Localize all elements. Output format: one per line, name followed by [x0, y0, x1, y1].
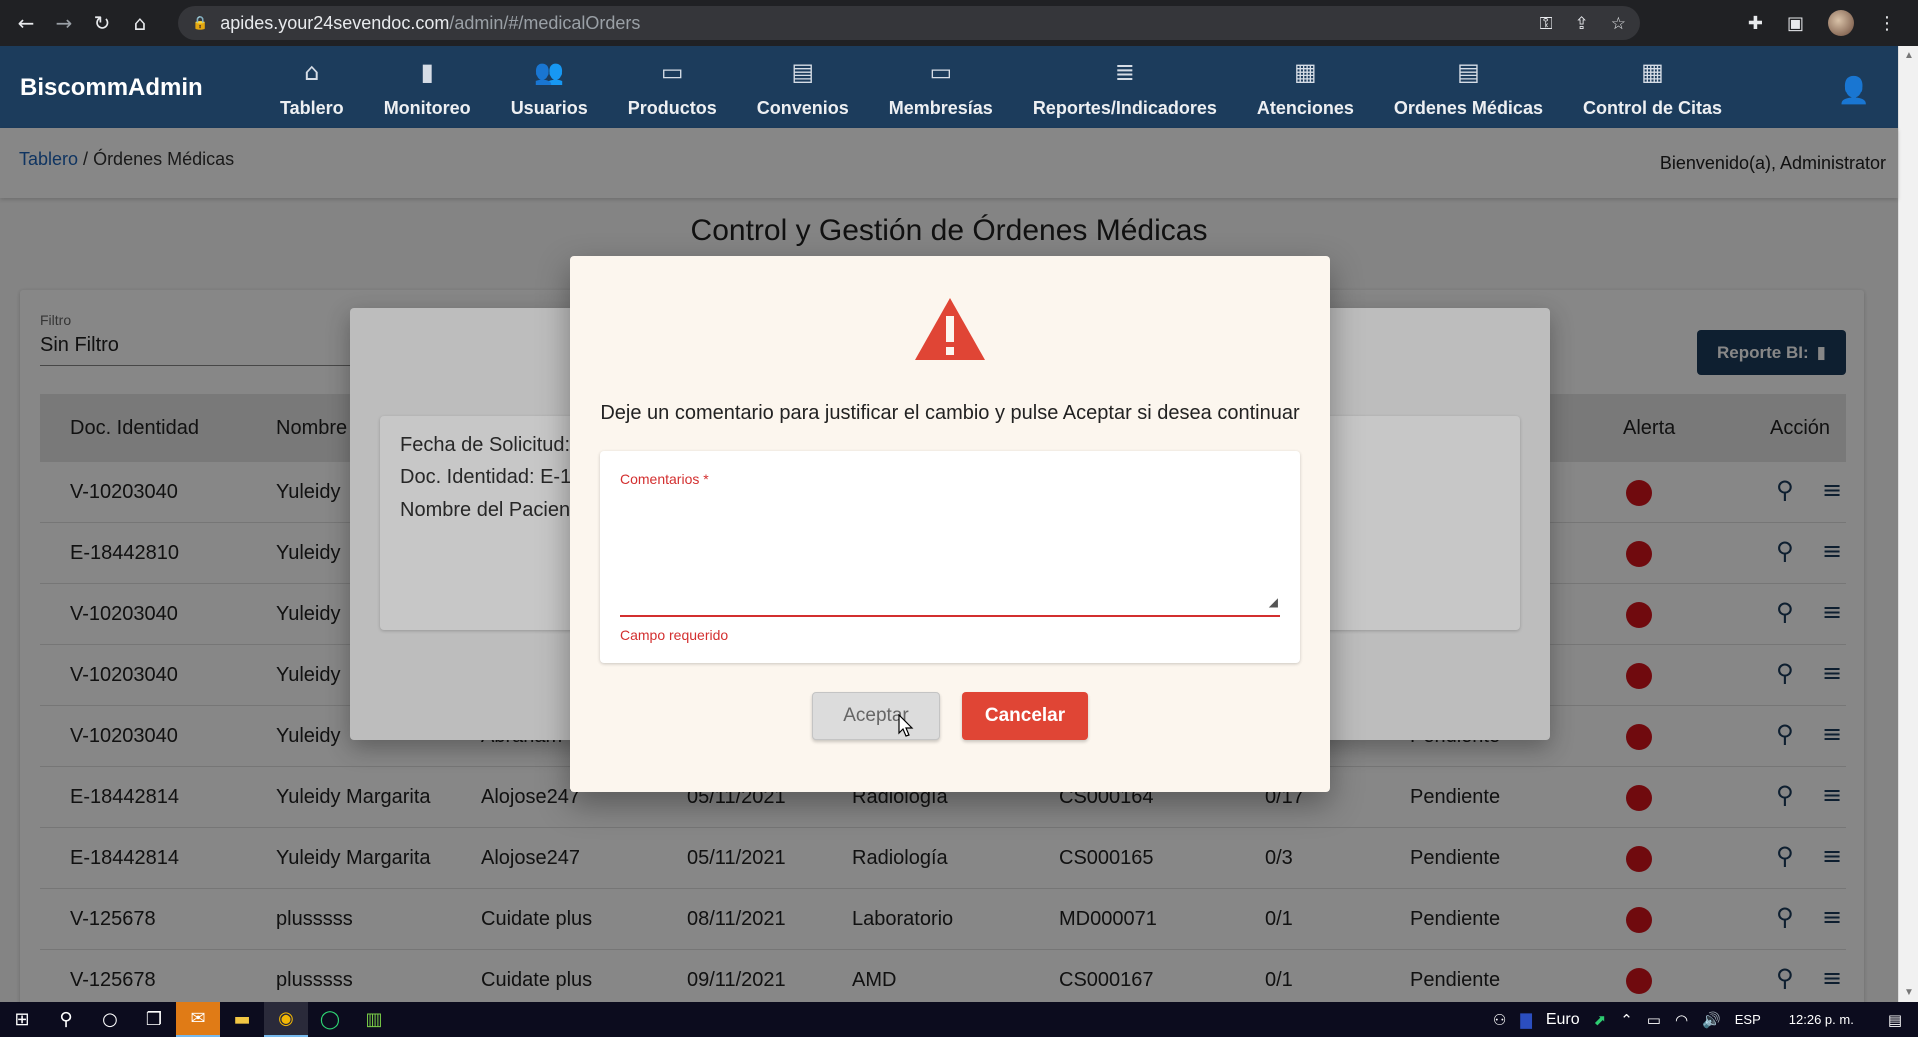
nav-label: Monitoreo — [383, 98, 471, 118]
volume-icon[interactable]: 🔊 — [1702, 1011, 1721, 1029]
system-tray: ⚇ ▇ Euro ⬈ ⌃ ▭ ◠ 🔊 ESP 12:26 p. m. ▤ — [1493, 1002, 1918, 1037]
eu-flag-icon: ▇ — [1520, 1010, 1532, 1029]
card-icon: ▭ — [660, 58, 684, 86]
clipboard-icon: ▤ — [1457, 58, 1480, 86]
nav-label: Usuarios — [510, 98, 588, 118]
notifications-icon[interactable]: ▤ — [1888, 1011, 1902, 1029]
windows-start-icon[interactable]: ⊞ — [0, 1002, 44, 1037]
home-browser-icon[interactable]: ⌂ — [128, 11, 152, 35]
wifi-icon[interactable]: ◠ — [1675, 1011, 1688, 1029]
key-icon[interactable]: ⚿ — [1540, 14, 1553, 34]
comment-field: Comentarios * ◢ Campo requerido — [600, 451, 1300, 663]
cancel-button[interactable]: Cancelar — [962, 692, 1088, 740]
card-icon: ▭ — [929, 58, 953, 86]
comment-underline — [620, 615, 1280, 617]
comment-label: Comentarios * — [620, 471, 709, 487]
windows-taskbar: ⊞ ⚲ ○ ❐ ✉ ▬ ◉ ◯ ▥ ⚇ ▇ Euro ⬈ ⌃ ▭ ◠ 🔊 ESP… — [0, 1002, 1918, 1037]
stock-icon: ⬈ — [1593, 1010, 1607, 1029]
nav-ordenes-medicas[interactable]: ▤ Ordenes Médicas — [1374, 46, 1563, 128]
star-icon[interactable]: ☆ — [1611, 14, 1626, 34]
url-path: /admin/#/medicalOrders — [449, 12, 641, 33]
warning-icon — [915, 298, 985, 360]
reload-icon[interactable]: ↻ — [90, 11, 114, 35]
battery-icon[interactable]: ▭ — [1647, 1011, 1661, 1029]
scroll-up-icon[interactable]: ▲ — [1904, 50, 1914, 61]
comment-textarea[interactable] — [620, 491, 1280, 579]
lock-icon[interactable]: 🔒 — [192, 16, 208, 31]
nav-atenciones[interactable]: ▦ Atenciones — [1237, 46, 1374, 128]
nav-label: Convenios — [756, 98, 849, 118]
search-icon[interactable]: ⚲ — [44, 1002, 88, 1037]
task-view-icon[interactable]: ❐ — [132, 1002, 176, 1037]
forward-arrow-icon[interactable]: → — [52, 11, 76, 35]
bar-chart-icon: ▮ — [420, 58, 434, 86]
outlook-icon[interactable]: ✉ — [176, 1002, 220, 1037]
calendar-icon: ▦ — [1641, 58, 1664, 86]
menu-dots-icon[interactable]: ⋮ — [1878, 13, 1896, 34]
mouse-cursor-icon — [898, 714, 914, 737]
nav-label: Membresías — [888, 98, 993, 118]
nav-label: Reportes/Indicadores — [1032, 98, 1217, 118]
cortana-icon[interactable]: ○ — [88, 1002, 132, 1037]
list-icon: ≣ — [1114, 58, 1135, 86]
browser-toolbar: ← → ↻ ⌂ 🔒 apides.your24sevendoc.com /adm… — [0, 0, 1918, 46]
resize-handle-icon[interactable]: ◢ — [1269, 595, 1278, 609]
currency-label: Euro — [1545, 1010, 1580, 1028]
clock-time[interactable]: 12:26 p. m. — [1789, 1012, 1854, 1027]
extensions-icon[interactable]: ✚ — [1748, 13, 1763, 34]
confirm-message: Deje un comentario para justificar el ca… — [600, 402, 1300, 424]
home-icon: ⌂ — [304, 58, 320, 86]
nav-label: Tablero — [280, 98, 344, 118]
nav-reportes[interactable]: ≣ Reportes/Indicadores — [1013, 46, 1237, 128]
spreadsheet-icon[interactable]: ▥ — [352, 1002, 396, 1037]
nav-usuarios[interactable]: 👥 Usuarios — [491, 46, 608, 128]
profile-avatar[interactable] — [1828, 10, 1854, 36]
comment-error: Campo requerido — [620, 627, 729, 643]
url-host: apides.your24sevendoc.com — [220, 12, 450, 33]
share-icon[interactable]: ⇪ — [1575, 14, 1589, 34]
nav-productos[interactable]: ▭ Productos — [608, 46, 737, 128]
whatsapp-icon[interactable]: ◯ — [308, 1002, 352, 1037]
nav-label: Ordenes Médicas — [1393, 98, 1543, 118]
nav-membresias[interactable]: ▭ Membresías — [869, 46, 1013, 128]
nav-label: Atenciones — [1256, 98, 1354, 118]
address-bar[interactable]: 🔒 apides.your24sevendoc.com /admin/#/med… — [178, 6, 1640, 40]
main-nav: ⌂ Tablero ▮ Monitoreo 👥 Usuarios ▭ Productos… — [260, 46, 1742, 128]
sidepanel-icon[interactable]: ▣ — [1787, 13, 1804, 34]
nav-tablero[interactable]: ⌂ Tablero — [260, 46, 364, 128]
user-account-icon[interactable]: 👤 — [1838, 76, 1870, 106]
people-icon: 👥 — [534, 58, 565, 86]
scroll-down-icon[interactable]: ▼ — [1904, 987, 1914, 998]
back-arrow-icon[interactable]: ← — [14, 11, 38, 35]
people-icon[interactable]: ⚇ — [1493, 1011, 1506, 1029]
store-icon: ▤ — [791, 58, 815, 86]
app-header: BiscommAdmin ⌂ Tablero ▮ Monitoreo 👥 Usuari… — [0, 46, 1898, 128]
nav-convenios[interactable]: ▤ Convenios — [737, 46, 869, 128]
file-explorer-icon[interactable]: ▬ — [220, 1002, 264, 1037]
confirm-dialog: Deje un comentario para justificar el ca… — [570, 256, 1330, 792]
language-label[interactable]: ESP — [1735, 1012, 1761, 1027]
chrome-icon[interactable]: ◉ — [264, 1002, 308, 1037]
page-scrollbar[interactable]: ▲ ▼ — [1898, 46, 1918, 1002]
nav-label: Productos — [627, 98, 717, 118]
nav-label: Control de Citas — [1582, 98, 1722, 118]
calendar-icon: ▦ — [1294, 58, 1317, 86]
nav-control-citas[interactable]: ▦ Control de Citas — [1563, 46, 1742, 128]
chevron-up-icon[interactable]: ⌃ — [1620, 1011, 1633, 1029]
nav-monitoreo[interactable]: ▮ Monitoreo — [364, 46, 491, 128]
brand-logo[interactable]: BiscommAdmin — [20, 74, 203, 102]
accept-button[interactable]: Aceptar — [812, 692, 940, 740]
